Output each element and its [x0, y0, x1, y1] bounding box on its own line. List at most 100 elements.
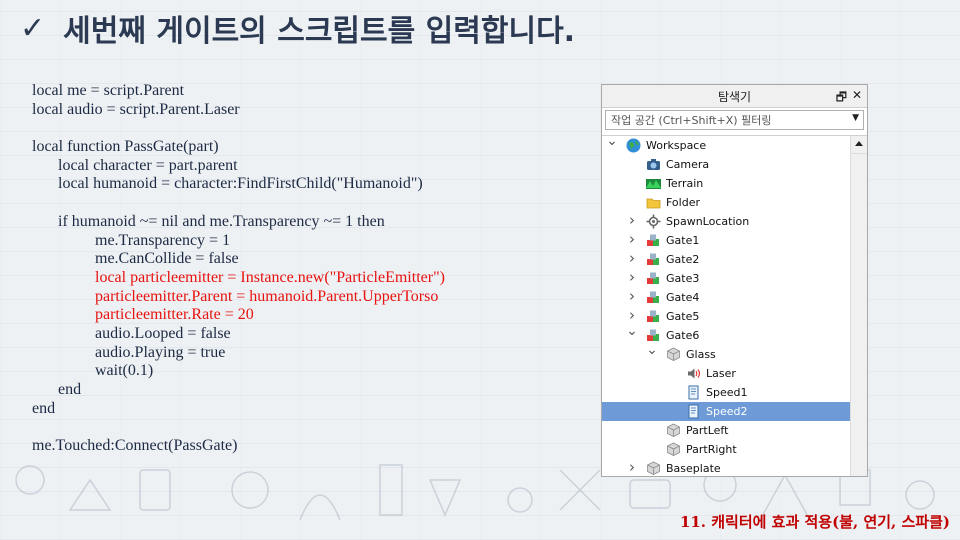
- chevron-right-icon[interactable]: ›: [626, 211, 638, 229]
- code-line: local particleemitter = Instance.new("Pa…: [95, 268, 445, 286]
- tree-item-label: Glass: [686, 348, 716, 361]
- tree-item-folder[interactable]: Folder: [602, 193, 850, 212]
- dock-icon[interactable]: 🗗: [836, 88, 847, 109]
- chevron-down-icon[interactable]: ▼: [852, 113, 859, 123]
- tree-item-label: PartRight: [686, 443, 737, 456]
- chevron-down-icon[interactable]: ⌄: [606, 133, 618, 149]
- tree-item-speed2[interactable]: Speed2: [602, 402, 850, 421]
- slide-footer: 11. 캐릭터에 효과 적용(불, 연기, 스파클): [679, 513, 950, 531]
- tree-item-laser[interactable]: Laser: [602, 364, 850, 383]
- code-line: if humanoid ~= nil and me.Transparency ~…: [58, 212, 385, 230]
- tree-item-glass[interactable]: ⌄ Glass: [602, 342, 850, 364]
- part-icon: [666, 423, 681, 438]
- tree-item-terrain[interactable]: Terrain: [602, 174, 850, 193]
- tree-item-label: Gate2: [666, 253, 700, 266]
- tree-item-gate3[interactable]: › Gate3: [602, 268, 850, 288]
- sound-icon: [686, 366, 701, 381]
- terrain-icon: [646, 176, 661, 191]
- tree-item-label: Gate6: [666, 329, 700, 342]
- part-icon: [666, 442, 681, 457]
- tree-item-gate5[interactable]: › Gate5: [602, 306, 850, 326]
- slide-title-text: 세번째 게이트의 스크립트를 입력합니다.: [63, 14, 576, 49]
- explorer-tree: ⌄ Workspace Camera Terrain Folder › SpawnLocat…: [602, 133, 867, 476]
- part-icon: [646, 461, 661, 476]
- close-icon[interactable]: ✕: [852, 88, 862, 102]
- tree-item-label: Folder: [666, 196, 700, 209]
- chevron-right-icon[interactable]: ›: [626, 249, 638, 267]
- chevron-right-icon[interactable]: ›: [626, 458, 638, 476]
- tree-item-gate4[interactable]: › Gate4: [602, 287, 850, 307]
- tree-item-baseplate[interactable]: › Baseplate: [602, 458, 850, 476]
- script-icon: [686, 385, 701, 400]
- model-icon: [646, 233, 661, 248]
- tree-item-spawnlocation[interactable]: › SpawnLocation: [602, 211, 850, 231]
- code-line: me.Transparency = 1: [95, 231, 231, 249]
- tree-item-camera[interactable]: Camera: [602, 155, 850, 174]
- code-line: particleemitter.Rate = 20: [95, 306, 254, 324]
- tree-item-partright[interactable]: PartRight: [602, 440, 850, 459]
- tree-item-label: Speed2: [706, 405, 748, 418]
- code-line: audio.Looped = false: [95, 324, 231, 342]
- chevron-right-icon[interactable]: ›: [626, 230, 638, 248]
- scroll-up-icon[interactable]: [851, 136, 867, 154]
- model-icon: [646, 271, 661, 286]
- tree-item-gate2[interactable]: › Gate2: [602, 249, 850, 269]
- tree-item-label: Baseplate: [666, 462, 721, 475]
- chevron-right-icon[interactable]: ›: [626, 306, 638, 324]
- code-line: wait(0.1): [95, 362, 154, 380]
- code-line: end: [58, 381, 82, 398]
- tree-item-label: Gate4: [666, 291, 700, 304]
- tree-item-label: Gate3: [666, 272, 700, 285]
- tree-item-label: Workspace: [646, 139, 707, 152]
- code-line: audio.Playing = true: [95, 343, 226, 361]
- model-icon: [646, 309, 661, 324]
- tree-item-gate1[interactable]: › Gate1: [602, 230, 850, 250]
- code-line: local me = script.Parent: [32, 82, 185, 99]
- explorer-filter-input[interactable]: 작업 공간 (Ctrl+Shift+X) 필터링 ▼: [605, 110, 864, 130]
- code-line: local audio = script.Parent.Laser: [32, 100, 240, 118]
- tree-item-label: Camera: [666, 158, 710, 171]
- tree-scrollbar[interactable]: [850, 136, 867, 476]
- code-line: local humanoid = character:FindFirstChil…: [58, 175, 423, 193]
- code-line: end: [32, 399, 56, 417]
- tree-item-label: Gate1: [666, 234, 700, 247]
- tree-item-label: Terrain: [666, 177, 704, 190]
- spawn-icon: [646, 214, 661, 229]
- chevron-right-icon[interactable]: ›: [626, 268, 638, 286]
- script-icon: [686, 404, 701, 419]
- explorer-header: 탐색기 🗗 ✕: [602, 85, 867, 108]
- tree-item-label: SpawnLocation: [666, 215, 750, 228]
- slide-title: ✓ 세번째 게이트의 스크립트를 입력합니다.: [20, 6, 575, 50]
- tree-item-partleft[interactable]: PartLeft: [602, 421, 850, 440]
- code-listing: local me = script.Parent local audio = sc…: [32, 82, 592, 456]
- filter-placeholder: 작업 공간 (Ctrl+Shift+X) 필터링: [611, 114, 772, 127]
- chevron-down-icon[interactable]: ⌄: [646, 342, 658, 358]
- model-icon: [646, 252, 661, 267]
- part-icon: [666, 347, 681, 362]
- tree-item-speed1[interactable]: Speed1: [602, 383, 850, 402]
- folder-icon: [646, 195, 661, 210]
- code-line: particleemitter.Parent = humanoid.Parent…: [95, 287, 439, 305]
- explorer-panel[interactable]: 탐색기 🗗 ✕ 작업 공간 (Ctrl+Shift+X) 필터링 ▼ ⌄ Work…: [601, 84, 868, 477]
- checkmark-icon: ✓: [20, 10, 46, 46]
- chevron-down-icon[interactable]: ⌄: [626, 323, 638, 339]
- tree-item-label: PartLeft: [686, 424, 729, 437]
- camera-icon: [646, 157, 661, 172]
- explorer-title: 탐색기: [717, 89, 752, 104]
- model-icon: [646, 328, 661, 343]
- code-line: local function PassGate(part): [32, 138, 219, 156]
- tree-item-label: Gate5: [666, 310, 700, 323]
- code-line: me.CanCollide = false: [95, 250, 239, 268]
- chevron-right-icon[interactable]: ›: [626, 287, 638, 305]
- tree-item-label: Laser: [706, 367, 736, 380]
- tree-item-gate6[interactable]: ⌄ Gate6: [602, 323, 850, 345]
- globe-icon: [626, 138, 641, 153]
- code-line: me.Touched:Connect(PassGate): [32, 437, 238, 455]
- code-line: local character = part.parent: [58, 156, 238, 174]
- tree-item-workspace[interactable]: ⌄ Workspace: [602, 133, 850, 155]
- model-icon: [646, 290, 661, 305]
- tree-item-label: Speed1: [706, 386, 748, 399]
